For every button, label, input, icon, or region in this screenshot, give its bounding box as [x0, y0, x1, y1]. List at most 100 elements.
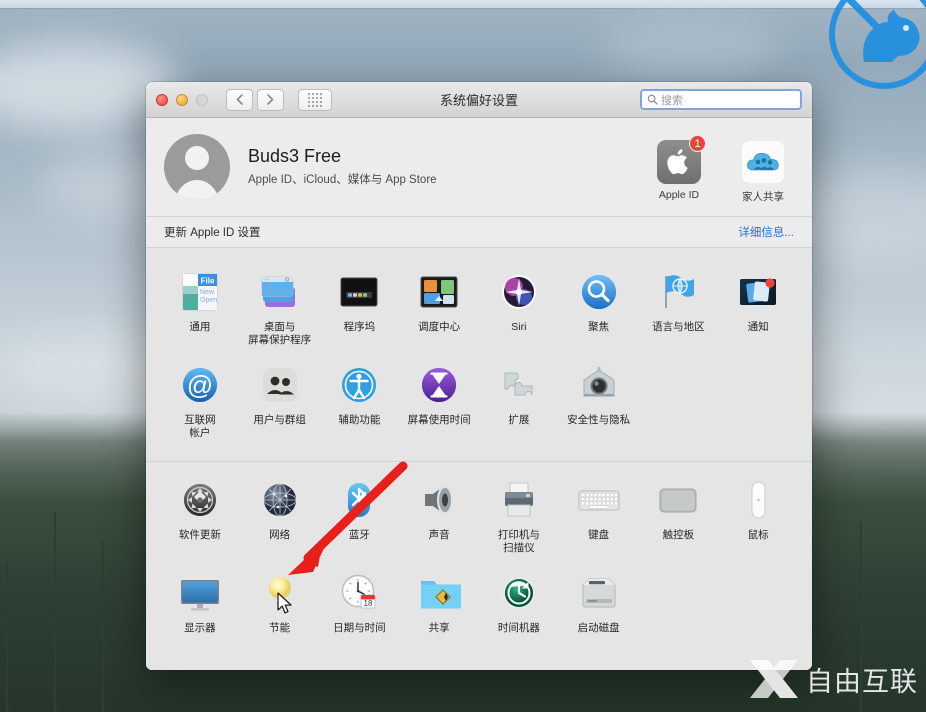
svg-text:@: @ — [187, 370, 213, 400]
header-item-apple-id[interactable]: 1 Apple ID — [648, 140, 710, 204]
window-controls[interactable] — [156, 94, 208, 106]
language-region-icon — [654, 268, 702, 316]
pref-label: 语言与地区 — [639, 321, 719, 334]
search-container[interactable]: 搜索 — [640, 89, 802, 110]
zoom-button — [196, 94, 208, 106]
pref-network[interactable]: 网络 — [240, 470, 320, 563]
svg-text:File: File — [200, 277, 214, 286]
minimize-button[interactable] — [176, 94, 188, 106]
sharing-icon — [415, 569, 463, 617]
pref-accessibility[interactable]: 辅助功能 — [320, 355, 400, 448]
pref-printers-scanners[interactable]: 打印机与 扫描仪 — [479, 470, 559, 563]
show-all-button[interactable] — [298, 89, 332, 111]
avatar[interactable] — [164, 134, 230, 200]
chevron-left-icon — [236, 94, 243, 105]
pref-empty — [639, 563, 719, 643]
pref-security-privacy[interactable]: 安全性与隐私 — [559, 355, 639, 448]
pref-time-machine[interactable]: 时间机器 — [479, 563, 559, 643]
tree — [54, 512, 56, 712]
pref-label: 日期与时间 — [320, 622, 400, 635]
pref-label: 时间机器 — [479, 622, 559, 635]
forward-button[interactable] — [257, 89, 284, 111]
pref-label: 软件更新 — [160, 529, 240, 542]
search-icon — [647, 94, 658, 105]
pref-label: 节能 — [240, 622, 320, 635]
preferences-row: 显示器 — [160, 563, 798, 643]
apple-id-badge: 1 — [689, 135, 706, 152]
pref-startup-disk[interactable]: 启动磁盘 — [559, 563, 639, 643]
pref-label: 声音 — [399, 529, 479, 542]
pref-label: 触控板 — [639, 529, 719, 542]
apple-id-header[interactable]: Buds3 Free Apple ID、iCloud、媒体与 App Store… — [146, 118, 812, 216]
header-item-label: 家人共享 — [732, 189, 794, 204]
group-divider — [146, 461, 812, 462]
general-icon: File New Open — [176, 268, 224, 316]
pref-sharing[interactable]: 共享 — [399, 563, 479, 643]
svg-text:Open: Open — [200, 297, 217, 304]
pref-general[interactable]: File New Open 通用 — [160, 262, 240, 355]
pref-siri[interactable]: Siri — [479, 262, 559, 355]
pref-software-update[interactable]: 软件更新 — [160, 470, 240, 563]
pref-date-time[interactable]: 18 日期与时间 — [320, 563, 400, 643]
knight-circle-logo-icon — [820, 0, 926, 98]
window-titlebar[interactable]: 系统偏好设置 搜索 — [146, 82, 812, 118]
search-input[interactable]: 搜索 — [640, 89, 802, 110]
pref-bluetooth[interactable]: 蓝牙 — [320, 470, 400, 563]
pref-extensions[interactable]: 扩展 — [479, 355, 559, 448]
apple-glyph-icon — [666, 147, 692, 177]
pref-sound[interactable]: 声音 — [399, 470, 479, 563]
pref-screen-time[interactable]: 屏幕使用时间 — [399, 355, 479, 448]
date-time-icon: 18 — [335, 569, 383, 617]
users-groups-icon — [256, 361, 304, 409]
pref-label: 蓝牙 — [320, 529, 400, 542]
siri-icon — [495, 268, 543, 316]
startup-disk-icon — [575, 569, 623, 617]
navigation-buttons[interactable] — [226, 89, 284, 111]
pref-label: 键盘 — [559, 529, 639, 542]
pref-mission-control[interactable]: 调度中心 — [399, 262, 479, 355]
update-details-link[interactable]: 详细信息... — [738, 224, 794, 240]
pref-spotlight[interactable]: 聚焦 — [559, 262, 639, 355]
header-item-family-sharing[interactable]: 家人共享 — [732, 140, 794, 204]
back-button[interactable] — [226, 89, 253, 111]
pref-energy-saver[interactable]: 节能 — [240, 563, 320, 643]
chevron-right-icon — [267, 94, 274, 105]
spotlight-icon — [575, 268, 623, 316]
pref-label: 聚焦 — [559, 321, 639, 334]
close-button[interactable] — [156, 94, 168, 106]
avatar-body-shape — [174, 180, 220, 200]
pref-label: 辅助功能 — [320, 414, 400, 427]
header-shortcuts[interactable]: 1 Apple ID — [648, 134, 794, 204]
time-machine-icon — [495, 569, 543, 617]
avatar-head-shape — [185, 146, 209, 170]
pref-label: 通用 — [160, 321, 240, 334]
apple-id-update-banner[interactable]: 更新 Apple ID 设置 详细信息... — [146, 216, 812, 248]
system-preferences-window[interactable]: 系统偏好设置 搜索 Buds3 Free Apple ID、iCloud、 — [146, 82, 812, 670]
preferences-grid: File New Open 通用 — [146, 248, 812, 670]
sound-icon — [415, 476, 463, 524]
preferences-row: 软件更新 — [160, 470, 798, 563]
pref-displays[interactable]: 显示器 — [160, 563, 240, 643]
pref-desktop-screensaver[interactable]: 桌面与 屏幕保护程序 — [240, 262, 320, 355]
pref-mouse[interactable]: 鼠标 — [718, 470, 798, 563]
tree — [102, 542, 104, 712]
pref-trackpad[interactable]: 触控板 — [639, 470, 719, 563]
cloud-shape — [600, 20, 780, 80]
pref-notifications[interactable]: 通知 — [718, 262, 798, 355]
pref-label: 屏幕使用时间 — [399, 414, 479, 427]
dock-icon — [335, 268, 383, 316]
pref-label: 通知 — [718, 321, 798, 334]
notifications-icon — [734, 268, 782, 316]
pref-users-groups[interactable]: 用户与群组 — [240, 355, 320, 448]
pref-label: 调度中心 — [399, 321, 479, 334]
pref-label: 扩展 — [479, 414, 559, 427]
mouse-icon — [734, 476, 782, 524]
pref-keyboard[interactable]: 键盘 — [559, 470, 639, 563]
pref-empty — [639, 355, 719, 448]
pref-dock[interactable]: 程序坞 — [320, 262, 400, 355]
header-item-label: Apple ID — [648, 189, 710, 201]
keyboard-icon — [575, 476, 623, 524]
pref-language-region[interactable]: 语言与地区 — [639, 262, 719, 355]
pref-internet-accounts[interactable]: @ 互联网 帐户 — [160, 355, 240, 448]
preferences-row: @ 互联网 帐户 — [160, 355, 798, 448]
